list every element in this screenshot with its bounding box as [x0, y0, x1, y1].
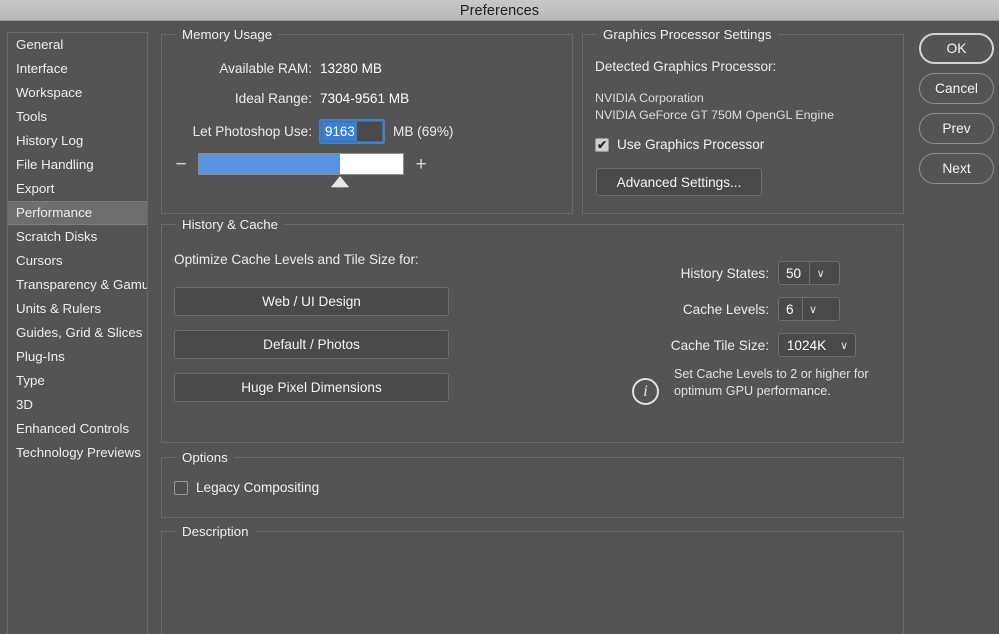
cache-levels-row: Cache Levels: 6 ∨ [630, 297, 840, 321]
title-bar: Preferences [0, 0, 999, 21]
sidebar-item-units-rulers[interactable]: Units & Rulers [8, 297, 147, 321]
advanced-settings-button[interactable]: Advanced Settings... [596, 168, 762, 196]
memory-percent-suffix: MB (69%) [393, 124, 454, 139]
legacy-compositing-label: Legacy Compositing [196, 480, 320, 495]
sidebar-item-guides-grid-slices[interactable]: Guides, Grid & Slices [8, 321, 147, 345]
cache-hint: i Set Cache Levels to 2 or higher for op… [632, 366, 903, 405]
use-graphics-processor-checkbox[interactable]: ✔ Use Graphics Processor [595, 137, 764, 152]
sidebar-item-interface[interactable]: Interface [8, 57, 147, 81]
sidebar-item-performance[interactable]: Performance [8, 201, 147, 225]
info-icon: i [632, 378, 659, 405]
sidebar-item-workspace[interactable]: Workspace [8, 81, 147, 105]
sidebar-item-export[interactable]: Export [8, 177, 147, 201]
available-ram-label: Available RAM: [219, 61, 312, 76]
memory-amount-value: 9163 [322, 122, 357, 141]
preferences-dialog: Preferences General Interface Workspace Too… [0, 0, 999, 634]
ok-button[interactable]: OK [919, 33, 994, 64]
cache-levels-value: 6 [786, 301, 794, 317]
sidebar-item-enhanced-controls[interactable]: Enhanced Controls [8, 417, 147, 441]
sidebar-item-3d[interactable]: 3D [8, 393, 147, 417]
options-panel: Options Legacy Compositing [161, 450, 904, 518]
checkmark-icon: ✔ [596, 137, 608, 152]
use-graphics-processor-label: Use Graphics Processor [617, 137, 765, 152]
chevron-down-icon[interactable]: ∨ [801, 298, 824, 320]
memory-slider[interactable]: − + [170, 153, 562, 197]
sidebar-item-tools[interactable]: Tools [8, 105, 147, 129]
available-ram-row: Available RAM: 13280 MB [170, 61, 382, 76]
chevron-down-icon[interactable]: ∨ [834, 334, 854, 356]
optimize-cache-label: Optimize Cache Levels and Tile Size for: [174, 252, 419, 267]
cache-hint-text: Set Cache Levels to 2 or higher for opti… [674, 367, 869, 398]
cache-tile-size-row: Cache Tile Size: 1024K ∨ [612, 333, 856, 357]
ideal-range-row: Ideal Range: 7304-9561 MB [170, 91, 409, 106]
memory-usage-legend: Memory Usage [176, 27, 279, 42]
memory-usage-panel: Memory Usage Available RAM: 13280 MB Ide… [161, 27, 573, 214]
cache-tile-size-label: Cache Tile Size: [670, 337, 769, 353]
sidebar-item-plug-ins[interactable]: Plug-Ins [8, 345, 147, 369]
cancel-button[interactable]: Cancel [919, 73, 994, 104]
preset-web-ui-design-button[interactable]: Web / UI Design [174, 287, 449, 316]
description-panel: Description [161, 524, 904, 634]
let-photoshop-use-row: Let Photoshop Use: 9163 MB (69%) [170, 121, 453, 142]
sidebar-item-file-handling[interactable]: File Handling [8, 153, 147, 177]
sidebar-item-cursors[interactable]: Cursors [8, 249, 147, 273]
ideal-range-value: 7304-9561 MB [320, 91, 410, 106]
gpu-model-value: NVIDIA GeForce GT 750M OpenGL Engine [595, 108, 834, 122]
plus-icon[interactable]: + [410, 153, 432, 177]
sidebar-item-history-log[interactable]: History Log [8, 129, 147, 153]
ideal-range-label: Ideal Range: [234, 91, 312, 106]
sidebar-item-scratch-disks[interactable]: Scratch Disks [8, 225, 147, 249]
prev-button[interactable]: Prev [919, 113, 994, 144]
minus-icon[interactable]: − [170, 153, 192, 177]
memory-slider-fill [199, 154, 340, 174]
sidebar-item-transparency-gamut[interactable]: Transparency & Gamut [8, 273, 147, 297]
cache-levels-label: Cache Levels: [682, 301, 769, 317]
history-cache-legend: History & Cache [176, 217, 285, 232]
dialog-button-column: OK Cancel Prev Next [919, 33, 994, 193]
checkbox-box[interactable] [174, 480, 188, 495]
options-legend: Options [176, 450, 234, 465]
description-legend: Description [176, 524, 255, 539]
history-states-row: History States: 50 ∨ [630, 261, 840, 285]
cache-tile-size-select[interactable]: 1024K ∨ [778, 333, 856, 357]
checkbox-box[interactable]: ✔ [595, 137, 609, 152]
sidebar-item-type[interactable]: Type [8, 369, 147, 393]
preset-huge-pixel-dimensions-button[interactable]: Huge Pixel Dimensions [174, 373, 449, 402]
sidebar-item-general[interactable]: General [8, 33, 147, 57]
gpu-vendor-value: NVIDIA Corporation [595, 91, 704, 105]
preferences-category-list[interactable]: General Interface Workspace Tools History Lo… [7, 32, 148, 634]
legacy-compositing-checkbox[interactable]: Legacy Compositing [174, 480, 319, 495]
let-photoshop-use-label: Let Photoshop Use: [192, 124, 312, 139]
window-title: Preferences [459, 3, 540, 19]
memory-slider-thumb[interactable] [331, 176, 350, 187]
graphics-processor-legend: Graphics Processor Settings [597, 27, 778, 42]
cache-tile-size-value: 1024K [786, 337, 827, 353]
memory-amount-input[interactable]: 9163 [321, 121, 383, 142]
preset-default-photos-button[interactable]: Default / Photos [174, 330, 449, 359]
graphics-processor-panel: Graphics Processor Settings Detected Gra… [582, 27, 904, 214]
chevron-down-icon[interactable]: ∨ [809, 262, 831, 284]
sidebar-item-technology-previews[interactable]: Technology Previews [8, 441, 147, 465]
memory-slider-track[interactable] [198, 153, 404, 175]
history-states-select[interactable]: 50 ∨ [778, 261, 840, 285]
memory-slider-track-holder[interactable] [198, 153, 404, 187]
history-states-value: 50 [786, 265, 802, 281]
history-and-cache-panel: History & Cache Optimize Cache Levels an… [161, 217, 904, 443]
available-ram-value: 13280 MB [320, 61, 382, 76]
detected-gpu-label: Detected Graphics Processor: [595, 59, 777, 74]
next-button[interactable]: Next [919, 153, 994, 184]
cache-levels-select[interactable]: 6 ∨ [778, 297, 840, 321]
history-states-label: History States: [680, 265, 769, 281]
